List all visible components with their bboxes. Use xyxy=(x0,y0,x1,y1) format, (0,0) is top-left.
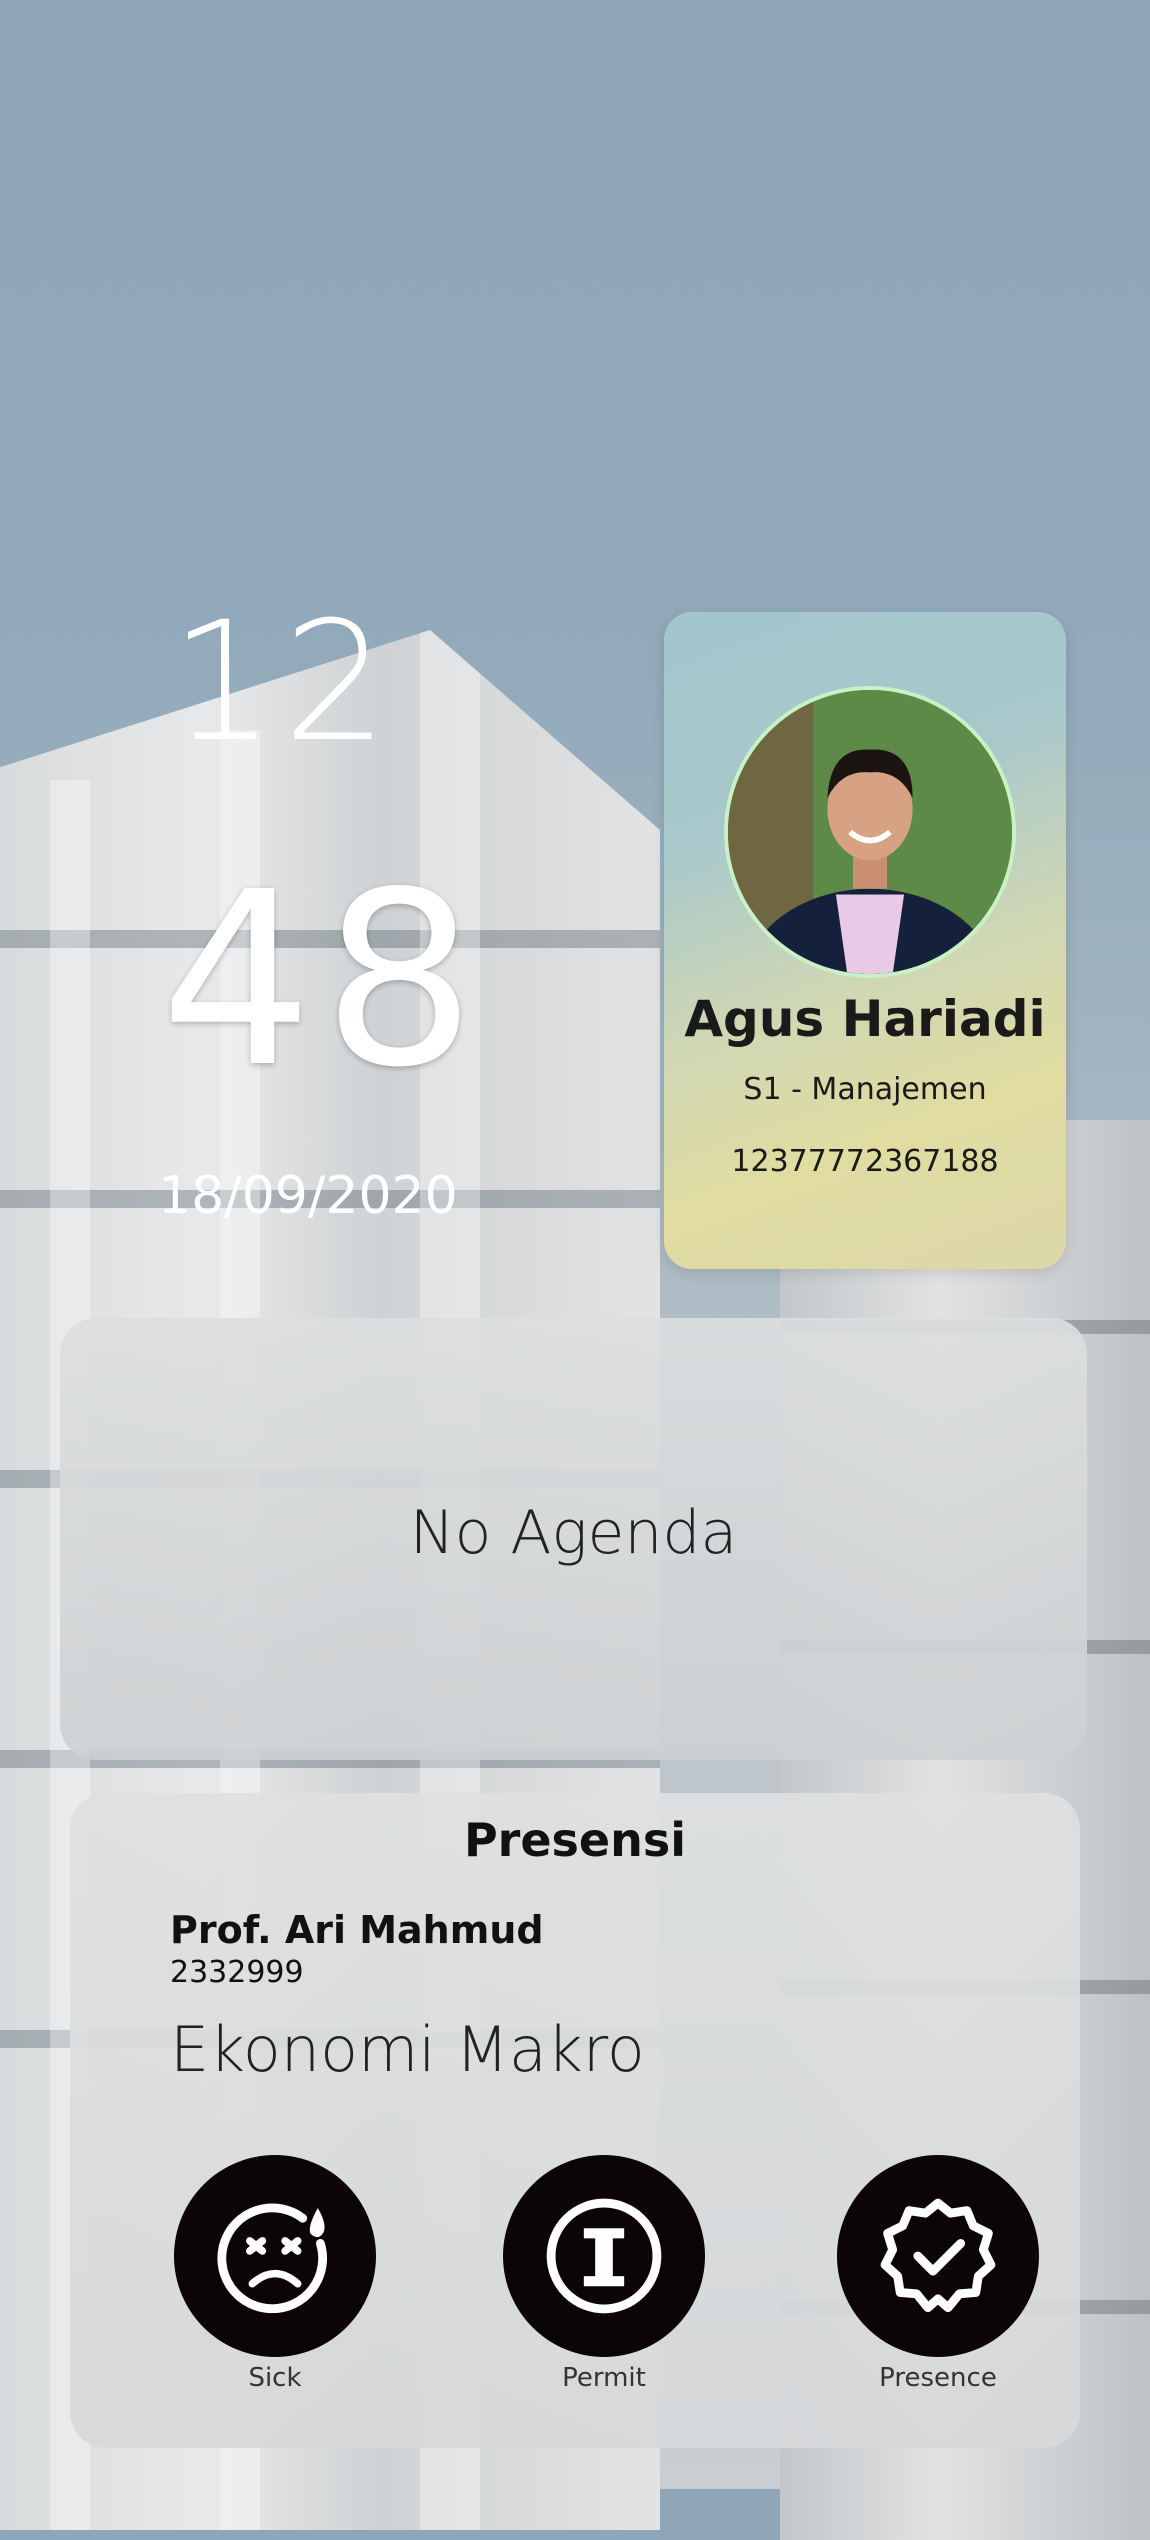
agenda-card[interactable]: No Agenda xyxy=(60,1318,1087,1760)
lecturer-id: 2332999 xyxy=(170,1955,304,1990)
person-photo-icon xyxy=(728,690,1012,974)
clock-minute: 48 xyxy=(160,840,486,1120)
profile-program: S1 - Manajemen xyxy=(743,1072,987,1107)
profile-card[interactable]: Agus Hariadi S1 - Manajemen 123777723671… xyxy=(664,612,1066,1269)
clock-date: 18/09/2020 xyxy=(158,1166,458,1226)
presence-button[interactable]: Presence xyxy=(837,2155,1039,2393)
verified-badge-icon xyxy=(880,2198,996,2313)
avatar[interactable] xyxy=(724,686,1016,978)
sick-face-icon xyxy=(217,2203,327,2314)
agenda-empty-text: No Agenda xyxy=(409,1498,738,1568)
permit-button-circle[interactable] xyxy=(503,2155,705,2357)
lecturer-name: Prof. Ari Mahmud xyxy=(170,1908,544,1952)
course-name: Ekonomi Makro xyxy=(170,2013,645,2086)
sick-label: Sick xyxy=(248,2363,302,2393)
presensi-title: Presensi xyxy=(463,1813,687,1867)
clock-hour: 12 xyxy=(170,586,396,778)
presence-button-circle[interactable] xyxy=(837,2155,1039,2357)
permit-button[interactable]: Permit xyxy=(503,2155,705,2393)
permit-label: Permit xyxy=(562,2363,646,2393)
sick-button-circle[interactable] xyxy=(174,2155,376,2357)
presence-label: Presence xyxy=(879,2363,997,2393)
profile-name: Agus Hariadi xyxy=(684,990,1046,1048)
sick-button[interactable]: Sick xyxy=(174,2155,376,2393)
presensi-card: Presensi Prof. Ari Mahmud 2332999 Ekonom… xyxy=(70,1793,1080,2448)
info-circle-icon xyxy=(546,2198,662,2314)
profile-student-id: 12377772367188 xyxy=(731,1144,999,1179)
